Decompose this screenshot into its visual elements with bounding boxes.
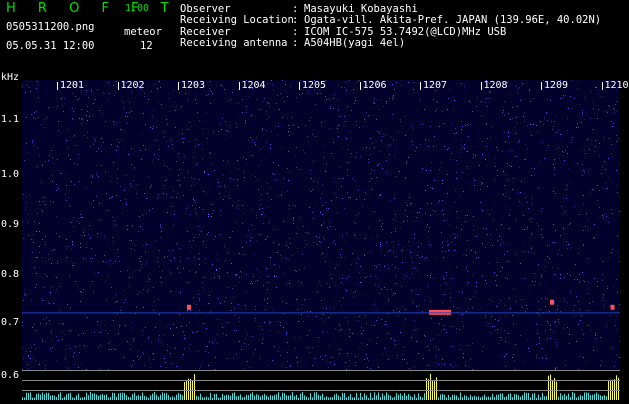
y-tick-label: 1.0 [1, 169, 20, 180]
x-tick-mark [238, 82, 240, 90]
x-tick-mark [541, 82, 542, 90]
app-version: 1.00 [125, 3, 150, 14]
observation-datetime: 05.05.31 12:00 [6, 40, 95, 52]
y-axis-unit: kHz [1, 72, 20, 83]
y-tick-label: 0.8 [1, 269, 20, 280]
info-row: Receiving Location: Ogata-vill. Akita-Pr… [180, 14, 602, 27]
info-value: Ogata-vill. Akita-Pref. JAPAN (139.96E, … [304, 14, 602, 27]
x-tick-mark [178, 82, 179, 90]
x-tick-label: 1206 [362, 80, 387, 91]
app-brand: H R O F F T [6, 1, 178, 16]
meteor-echo [550, 299, 554, 305]
spectrogram-noise [22, 80, 620, 370]
x-tick-mark [359, 82, 361, 90]
info-key: Receiving antenna [180, 36, 288, 49]
y-tick-label: 1.1 [1, 114, 20, 125]
meteor-label: meteor [124, 26, 162, 38]
info-key: Receiving Location [180, 14, 294, 27]
x-tick-label: 1202 [120, 80, 145, 91]
x-tick-mark [117, 82, 119, 90]
x-tick-label: 1204 [241, 80, 266, 91]
x-tick-label: 1210 [604, 80, 629, 91]
meteor-echoes [22, 299, 620, 315]
x-tick-label: 1205 [302, 80, 327, 91]
signal-strength-strip [22, 370, 620, 400]
signal-strength-bars [22, 373, 619, 400]
x-tick-label: 1209 [544, 80, 569, 91]
x-tick-mark [480, 82, 482, 90]
x-tick-mark [601, 82, 603, 90]
x-tick-mark [420, 82, 421, 90]
x-tick-label: 1208 [483, 80, 508, 91]
info-row: Receiving antenna: A504HB(yagi 4el) [180, 36, 406, 49]
x-tick-label: 1203 [181, 80, 206, 91]
meteor-count: 12 [140, 40, 153, 52]
x-tick-mark [299, 82, 300, 90]
meteor-echo [610, 304, 615, 310]
guide-line [22, 390, 620, 391]
x-tick-label: 1201 [60, 80, 85, 91]
guide-line [22, 370, 620, 371]
y-tick-label: 0.9 [1, 219, 20, 230]
x-tick-label: 1207 [423, 80, 448, 91]
y-tick-label: 0.7 [1, 317, 20, 328]
meteor-echo [187, 304, 191, 310]
file-name: 0505311200.png [6, 21, 95, 33]
y-tick-label: 0.6 [1, 370, 20, 381]
info-value: A504HB(yagi 4el) [304, 36, 406, 49]
x-tick-mark [57, 82, 58, 90]
guide-line [22, 380, 620, 381]
station-info: Observer: Masayuki Kobayashi Receiving L… [180, 3, 602, 49]
spectrogram [22, 80, 620, 370]
